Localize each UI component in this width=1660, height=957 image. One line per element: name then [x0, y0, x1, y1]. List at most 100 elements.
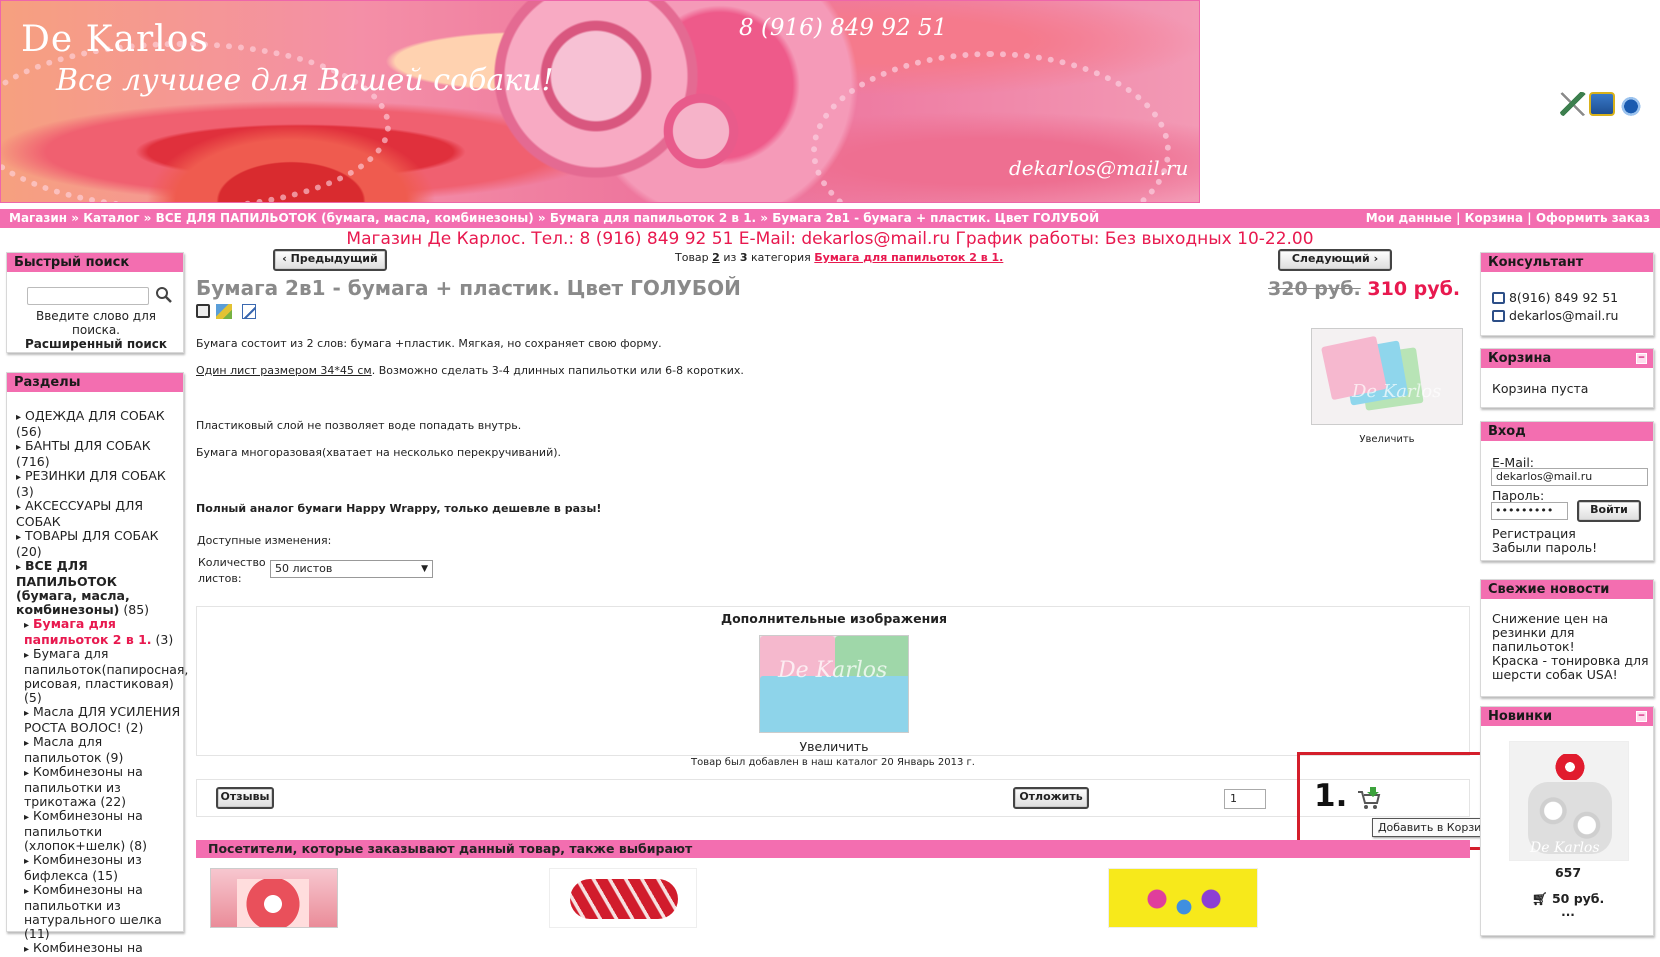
- counter-prefix: Товар: [675, 251, 709, 264]
- extra-image-watermark: De Karlos: [778, 658, 888, 683]
- sidebar-category-item[interactable]: ▸ Комбинезоны из бифлекса (15): [16, 853, 181, 883]
- sidebar-category-item[interactable]: ▸ Масла ДЛЯ УСИЛЕНИЯ РОСТА ВОЛОС! (2): [16, 705, 181, 735]
- search-input[interactable]: [27, 287, 149, 305]
- sidebar-category-item[interactable]: ▸ Комбинезоны на папильотки из натуральн…: [16, 883, 181, 941]
- triangle-right-icon: ▸: [16, 412, 22, 423]
- category-count: (716): [16, 454, 50, 469]
- cart-icon[interactable]: 🛒︎: [1532, 891, 1548, 906]
- category-label: ТОВАРЫ ДЛЯ СОБАК: [25, 528, 159, 543]
- consultant-contacts: 8(916) 849 92 51 dekarlos@mail.ru: [1492, 289, 1652, 325]
- sidebar-category-item[interactable]: ▸ БАНТЫ ДЛЯ СОБАК (716): [16, 439, 181, 469]
- reviews-button[interactable]: Отзывы: [216, 787, 274, 809]
- news-item[interactable]: Краска - тонировка для шерсти собак USA!: [1492, 654, 1650, 682]
- cup-icon[interactable]: [1618, 92, 1644, 116]
- triangle-right-icon: ▸: [24, 812, 30, 823]
- news-item[interactable]: Снижение цен на резинки для папильоток!: [1492, 612, 1650, 654]
- forgot-password-link[interactable]: Забыли пароль!: [1492, 540, 1597, 555]
- triangle-right-icon: ▸: [24, 944, 30, 955]
- sidebar-category-item[interactable]: ▸ ВСЕ ДЛЯ ПАПИЛЬОТОК (бумага, масла, ком…: [16, 559, 181, 617]
- site-logo[interactable]: De Karlos: [21, 19, 209, 60]
- sidebar-category-item[interactable]: ▸ Комбинезоны на папильотки (хлопок+шелк…: [16, 809, 181, 853]
- chevron-right-icon: ›: [1369, 252, 1379, 265]
- category-label: ОДЕЖДА ДЛЯ СОБАК: [25, 408, 165, 423]
- breadcrumb-item[interactable]: Каталог: [83, 211, 139, 225]
- category-count: (22): [100, 794, 127, 809]
- sidebar-category-item[interactable]: ▸ Бумага для папильоток 2 в 1. (3): [16, 617, 181, 647]
- checkout-link[interactable]: Оформить заказ: [1536, 211, 1650, 225]
- sidebar-category-item[interactable]: ▸ Масла для папильоток (9): [16, 735, 181, 765]
- email-field[interactable]: dekarlos@mail.ru: [1491, 468, 1648, 486]
- phone-icon: [1492, 292, 1505, 304]
- new-item-code[interactable]: 657: [1481, 865, 1655, 880]
- cart-title: Корзина −: [1481, 349, 1653, 369]
- add-to-cart-icon[interactable]: [1356, 786, 1382, 810]
- also-bought-item-1[interactable]: [210, 868, 338, 928]
- category-count: (3): [155, 632, 174, 647]
- collapse-icon[interactable]: −: [1636, 353, 1647, 364]
- login-button[interactable]: Войти: [1577, 500, 1641, 522]
- tell-friend-icon[interactable]: [216, 304, 232, 319]
- also-bought-item-3[interactable]: [1108, 868, 1258, 928]
- cart-quantity-input[interactable]: 1: [1224, 789, 1266, 809]
- cart-link[interactable]: Корзина: [1465, 211, 1523, 225]
- category-link[interactable]: Бумага для папильоток 2 в 1.: [814, 251, 1003, 264]
- collapse-icon[interactable]: −: [1636, 711, 1647, 722]
- category-count: (85): [123, 602, 150, 617]
- sidebar-category-item[interactable]: ▸ АКСЕССУАРЫ ДЛЯ СОБАК: [16, 499, 181, 529]
- register-link[interactable]: Регистрация: [1492, 526, 1576, 541]
- category-label: РЕЗИНКИ ДЛЯ СОБАК: [25, 468, 166, 483]
- new-item-image[interactable]: De Karlos: [1509, 741, 1629, 861]
- quantity-select[interactable]: 50 листов ▼: [270, 560, 433, 578]
- sidebar-category-item[interactable]: ▸ Комбинезоны на папильотки из трикотажа…: [16, 765, 181, 809]
- breadcrumb-item[interactable]: Бумага для папильоток 2 в 1.: [550, 211, 756, 225]
- edit-icon[interactable]: [242, 304, 256, 319]
- sheet-size-link[interactable]: Один лист размером 34*45 см: [196, 364, 372, 377]
- sections-title: Разделы: [7, 373, 183, 393]
- category-count: (8): [129, 838, 148, 853]
- login-button-label: Войти: [1590, 503, 1628, 516]
- breadcrumb-separator: »: [71, 211, 80, 225]
- enlarge-link[interactable]: Увеличить: [1311, 434, 1463, 445]
- box-icon[interactable]: [1589, 92, 1615, 116]
- added-date-note: Товар был добавлен в наш каталог 20 Янва…: [691, 757, 975, 768]
- extra-enlarge-link[interactable]: Увеличить: [197, 739, 1471, 754]
- breadcrumb-item[interactable]: Магазин: [9, 211, 67, 225]
- product-actions: [196, 304, 266, 320]
- news-list: Снижение цен на резинки для папильоток! …: [1492, 612, 1650, 682]
- sidebar-category-item[interactable]: ▸ ТОВАРЫ ДЛЯ СОБАК (20): [16, 529, 181, 559]
- old-price: 320 руб.: [1268, 278, 1361, 300]
- my-data-link[interactable]: Мои данные: [1366, 211, 1452, 225]
- next-button-label: Следующий: [1291, 252, 1370, 265]
- category-count: (15): [92, 868, 118, 883]
- desc-line-2-rest: . Возможно сделать 3-4 длинных папильотк…: [371, 364, 744, 377]
- print-icon[interactable]: [196, 304, 210, 318]
- shop-info-line: Магазин Де Карлос. Тел.: 8 (916) 849 92 …: [346, 229, 1314, 249]
- postpone-button-label: Отложить: [1019, 790, 1083, 803]
- also-bought-item-2[interactable]: [549, 868, 697, 928]
- next-button[interactable]: Следующий ›: [1278, 249, 1392, 271]
- quantity-label: Количество листов:: [198, 556, 266, 585]
- new-items-box: Новинки − De Karlos 657 🛒︎ 50 руб. ...: [1480, 706, 1654, 936]
- sidebar-category-item[interactable]: ▸ РЕЗИНКИ ДЛЯ СОБАК (3): [16, 469, 181, 499]
- triangle-right-icon: ▸: [16, 562, 22, 573]
- login-title: Вход: [1481, 422, 1653, 442]
- breadcrumb-item[interactable]: ВСЕ ДЛЯ ПАПИЛЬОТОК (бумага, масла, комби…: [156, 211, 534, 225]
- password-field[interactable]: •••••••••: [1491, 502, 1568, 520]
- product-image[interactable]: De Karlos: [1311, 328, 1463, 425]
- advanced-search-link[interactable]: Расширенный поиск: [7, 337, 185, 351]
- new-item-more: ...: [1561, 905, 1575, 919]
- new-item-watermark: De Karlos: [1530, 840, 1600, 856]
- category-label: Бумага для папильоток 2 в 1.: [24, 616, 152, 647]
- search-icon[interactable]: [155, 286, 173, 304]
- search-hint: Введите слово для поиска.: [36, 309, 156, 337]
- counter-category-label: категория: [750, 251, 811, 264]
- sidebar-category-item[interactable]: ▸ ОДЕЖДА ДЛЯ СОБАК (56): [16, 409, 181, 439]
- sidebar-category-item[interactable]: ▸ Комбинезоны на: [16, 941, 181, 957]
- postpone-button[interactable]: Отложить: [1013, 787, 1089, 809]
- extra-image[interactable]: De Karlos: [759, 635, 909, 733]
- pen-icon[interactable]: [1560, 92, 1586, 116]
- consultant-email[interactable]: dekarlos@mail.ru: [1509, 308, 1618, 323]
- sidebar-category-item[interactable]: ▸ Бумага для папильоток(папиросная, рисо…: [16, 647, 188, 705]
- previous-button[interactable]: ‹ Предыдущий: [273, 249, 387, 271]
- breadcrumb-item[interactable]: Бумага 2в1 - бумага + пластик. Цвет ГОЛУ…: [772, 211, 1099, 225]
